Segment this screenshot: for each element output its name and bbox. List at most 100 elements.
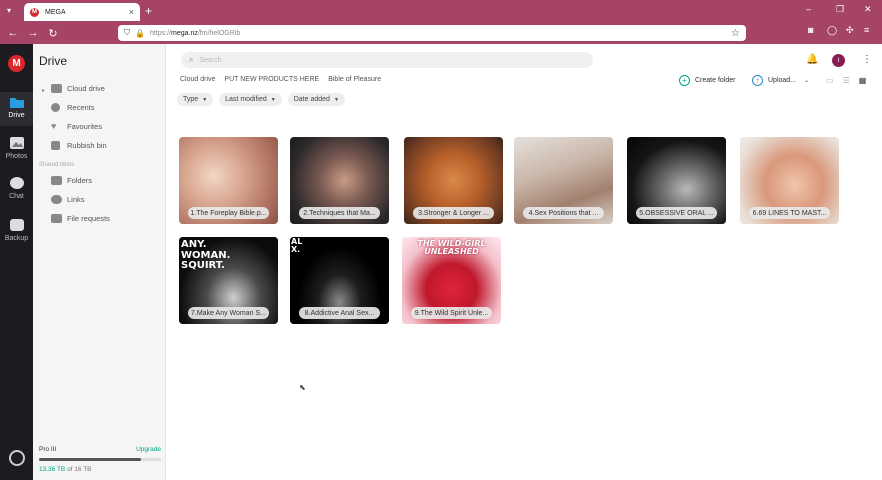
lock-icon[interactable]: 🔒: [135, 29, 145, 38]
clock-icon: [51, 103, 60, 112]
cloud-icon: [51, 84, 62, 93]
menu-icon[interactable]: ≡: [864, 25, 869, 35]
back-icon[interactable]: ←: [3, 27, 23, 39]
sidebar-item-label: Folders: [67, 176, 93, 185]
window-restore-icon[interactable]: ❐: [836, 4, 844, 15]
sidebar-item-label: File requests: [67, 214, 110, 223]
file-card[interactable]: 3.Stronger & Longer ...: [404, 137, 503, 224]
more-menu-icon[interactable]: ⋮: [862, 54, 872, 65]
sidebar-title: Drive: [39, 54, 68, 68]
folder-icon: [9, 98, 24, 108]
upload-label: Upload...: [768, 77, 797, 84]
file-thumbnail-text: AL X.: [291, 237, 303, 255]
file-name: 9.The Wild Spirit Unle...: [411, 307, 492, 319]
sidebar-item-cloud-drive[interactable]: Cloud drive: [51, 84, 105, 93]
storage-bar: [39, 458, 161, 461]
sidebar-item-rubbish-bin[interactable]: Rubbish bin: [51, 141, 107, 150]
sidebar-item-file-requests[interactable]: File requests: [51, 214, 110, 223]
breadcrumb-item[interactable]: Cloud drive: [180, 76, 215, 83]
file-card[interactable]: 5.OBSESSIVE ORAL ...: [627, 137, 726, 224]
expand-arrow-icon[interactable]: ▸: [42, 87, 45, 94]
rail-chat-label: Chat: [9, 193, 24, 200]
list-view-icon[interactable]: ☰: [843, 76, 850, 85]
sidebar-item-links[interactable]: Links: [51, 195, 85, 204]
tab-list-icon[interactable]: ▾: [7, 6, 11, 15]
photos-icon: [9, 137, 24, 149]
file-card[interactable]: 4.Sex Positions that ...: [514, 137, 613, 224]
upload-button[interactable]: ↑ Upload... ⌄: [752, 75, 809, 86]
grid-view-icon[interactable]: ▦: [859, 76, 867, 85]
pocket-icon[interactable]: ◙: [808, 25, 813, 35]
filter-type[interactable]: Type ▼: [177, 93, 214, 106]
sidebar-item-label: Cloud drive: [67, 84, 105, 93]
filter-label: Date added: [293, 96, 330, 103]
upgrade-link[interactable]: Upgrade: [136, 446, 161, 453]
shield-icon[interactable]: ⛉: [124, 28, 130, 38]
rail-drive[interactable]: Drive: [0, 92, 33, 126]
sidebar-item-label: Favourites: [67, 122, 103, 131]
rail-backup-label: Backup: [4, 235, 29, 242]
media-view-icon[interactable]: ▭: [826, 76, 834, 85]
extensions-icon[interactable]: ✣: [846, 25, 854, 36]
plan-name: Pro III: [39, 446, 57, 453]
tab-title: MEGA: [45, 8, 66, 16]
reload-icon[interactable]: ↻: [43, 27, 63, 40]
sidebar-section-title: Shared items: [39, 162, 75, 168]
breadcrumb-item[interactable]: Bible of Pleasure: [328, 76, 381, 83]
sidebar-item-label: Links: [67, 195, 85, 204]
create-folder-label: Create folder: [695, 77, 736, 84]
heart-icon: ♥: [51, 121, 57, 131]
transfers-icon[interactable]: [9, 450, 25, 466]
search-icon: ⌕: [189, 55, 194, 64]
account-icon[interactable]: ◯: [827, 25, 837, 36]
file-card[interactable]: AL X. 8.Addictive Anal Sex...: [290, 237, 389, 324]
bookmark-star-icon[interactable]: ☆: [731, 28, 740, 39]
app-rail: M Drive Photos Chat Backup: [0, 44, 33, 480]
file-card[interactable]: 1.The Foreplay Bible.p...: [179, 137, 278, 224]
close-tab-icon[interactable]: ×: [129, 7, 134, 17]
filter-bar: Type ▼ Last modified ▼ Date added ▼: [177, 93, 345, 106]
sidebar: Drive ▸ Cloud drive Recents ♥ Favourites …: [33, 44, 166, 480]
new-tab-icon[interactable]: +: [145, 5, 152, 17]
filter-date-added[interactable]: Date added ▼: [287, 93, 345, 106]
storage-usage: 13.36 TB of 16 TB: [39, 466, 92, 473]
view-toggle: ▭ ☰ ▦: [826, 76, 866, 85]
window-minimize-icon[interactable]: –: [806, 4, 811, 14]
backup-icon: [9, 219, 24, 231]
chevron-down-icon: ▼: [202, 96, 208, 103]
breadcrumb-item[interactable]: PUT NEW PRODUCTS HERE: [224, 76, 319, 83]
file-thumbnail-text: ANY. WOMAN. SQUIRT.: [181, 239, 231, 271]
mega-logo-icon[interactable]: M: [8, 55, 25, 72]
link-icon: [51, 195, 62, 204]
filter-label: Last modified: [225, 96, 267, 103]
rail-backup[interactable]: Backup: [0, 218, 33, 242]
file-name: 1.The Foreplay Bible.p...: [188, 207, 269, 219]
bell-icon[interactable]: 🔔: [806, 54, 818, 65]
sidebar-item-folders[interactable]: Folders: [51, 176, 92, 185]
file-name: 6.69 LINES TO MAST...: [749, 207, 830, 219]
file-card[interactable]: 2.Techniques that Ma...: [290, 137, 389, 224]
chevron-down-icon: ▼: [270, 96, 276, 103]
forward-icon[interactable]: →: [23, 27, 43, 39]
file-request-icon: [51, 214, 62, 223]
sidebar-item-label: Recents: [67, 103, 95, 112]
file-card[interactable]: ANY. WOMAN. SQUIRT. 7.Make Any Woman S..…: [179, 237, 278, 324]
address-bar[interactable]: ⛉ 🔒 https://mega.nz/fm/helOGRib ☆: [118, 25, 746, 41]
rail-chat[interactable]: Chat: [0, 176, 33, 200]
file-card[interactable]: 6.69 LINES TO MAST...: [740, 137, 839, 224]
file-name: 5.OBSESSIVE ORAL ...: [636, 207, 717, 219]
create-folder-button[interactable]: + Create folder: [679, 75, 735, 86]
search-input[interactable]: ⌕ Search: [181, 52, 593, 68]
url-text[interactable]: https://mega.nz/fm/helOGRib: [150, 30, 731, 37]
rail-photos-label: Photos: [5, 153, 28, 160]
chevron-down-icon: ⌄: [804, 78, 810, 84]
filter-last-modified[interactable]: Last modified ▼: [219, 93, 282, 106]
browser-tab[interactable]: M MEGA ×: [24, 3, 140, 21]
window-close-icon[interactable]: ✕: [864, 4, 872, 15]
sidebar-item-favourites[interactable]: ♥ Favourites: [51, 121, 103, 132]
avatar[interactable]: I: [832, 54, 845, 67]
sidebar-item-recents[interactable]: Recents: [51, 103, 95, 112]
mega-favicon-icon: M: [30, 7, 39, 17]
rail-photos[interactable]: Photos: [0, 136, 33, 160]
file-card[interactable]: THE WILD-GIRL UNLEASHED 9.The Wild Spiri…: [402, 237, 501, 324]
